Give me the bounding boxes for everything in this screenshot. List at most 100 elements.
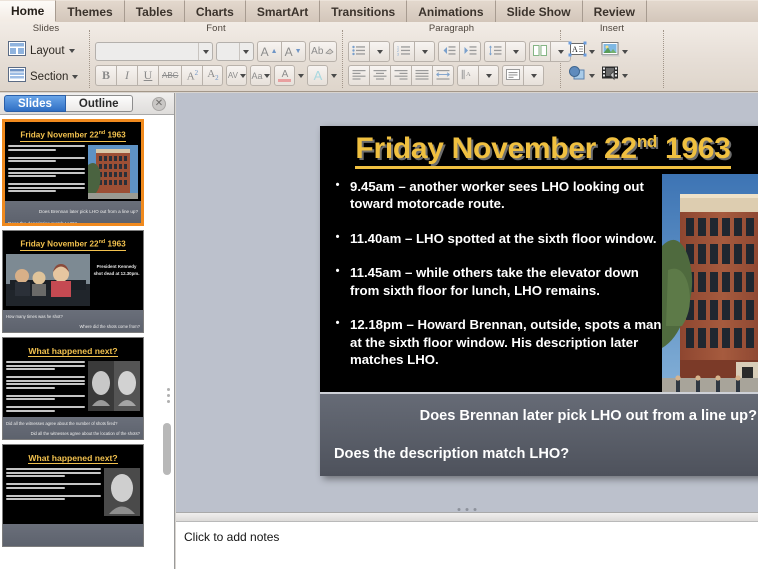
align-left-icon (352, 69, 366, 83)
tab-smartart[interactable]: SmartArt (245, 0, 321, 22)
bullet-glyph-4: • (335, 317, 340, 330)
insert-media-button[interactable] (601, 65, 628, 86)
align-left-button[interactable] (348, 65, 369, 86)
ribbon-toolbar: Slides Layout Section Font A ▲ A ▼ Ab B … (0, 22, 758, 92)
layout-chevron-down-icon[interactable] (68, 48, 75, 53)
slide-thumbnail-3[interactable]: What happened next? Did all the witnesse… (2, 337, 144, 440)
line-spacing-dropdown[interactable] (505, 41, 526, 62)
layout-button[interactable]: Layout (8, 39, 78, 63)
text-effects-chevron-down-icon[interactable] (331, 73, 338, 78)
numbered-list-button[interactable]: 123 (393, 41, 414, 62)
character-spacing-chevron-down-icon[interactable] (240, 73, 246, 78)
section-button[interactable]: Section (8, 65, 79, 89)
tab-review[interactable]: Review (582, 0, 647, 22)
character-spacing-button[interactable]: AV (226, 65, 248, 86)
ribbon-group-font: Font A ▲ A ▼ Ab B I U ABC A2 A2 AV Aa A … (91, 22, 341, 92)
section-chevron-down-icon[interactable] (72, 74, 79, 79)
insert-text-box-button[interactable]: A (568, 41, 595, 62)
align-text-dropdown[interactable] (523, 65, 544, 86)
tabbar-filler (646, 0, 758, 22)
list-buttons (348, 41, 390, 62)
font-size-combo[interactable] (216, 42, 254, 61)
text-direction-buttons: A (457, 65, 499, 86)
slide-editing-workspace[interactable]: Friday November 22nd 1963 • 9.45am – ano… (176, 93, 758, 515)
tab-slides-view[interactable]: Slides (4, 95, 66, 112)
close-panel-icon[interactable]: ✕ (152, 97, 166, 111)
justify-icon (415, 69, 429, 83)
underline-label: U (143, 68, 153, 82)
tab-themes[interactable]: Themes (56, 0, 125, 22)
shrink-font-button[interactable]: A ▼ (280, 41, 306, 62)
section-label: Section (30, 70, 69, 83)
font-size-chevron-down-icon[interactable] (238, 43, 253, 60)
text-box-chevron-down-icon[interactable] (589, 49, 595, 54)
group-title-font: Font (206, 23, 226, 34)
alignment-buttons (348, 65, 454, 86)
thumbnail-scrollbar-thumb[interactable] (163, 423, 171, 475)
text-direction-dropdown[interactable] (478, 65, 499, 86)
insert-shape-button[interactable] (568, 65, 595, 86)
font-name-chevron-down-icon[interactable] (198, 43, 212, 60)
clear-formatting-button[interactable]: Ab (308, 41, 338, 62)
align-center-button[interactable] (369, 65, 390, 86)
font-color-chevron-down-icon[interactable] (298, 73, 305, 78)
numbered-list-dropdown[interactable] (414, 41, 435, 62)
columns-button[interactable] (529, 41, 550, 62)
line-spacing-button[interactable] (484, 41, 505, 62)
slide-title[interactable]: Friday November 22nd 1963 (320, 132, 758, 169)
tab-home[interactable]: Home (0, 0, 57, 22)
strikethrough-button[interactable]: ABC (158, 65, 182, 86)
depository-building-image[interactable] (662, 174, 758, 402)
media-chevron-down-icon[interactable] (622, 73, 628, 78)
thumb3-q2: Did all the witnesses agree about the lo… (30, 431, 140, 436)
change-case-button[interactable]: Aa (250, 65, 272, 86)
thumb2-q1: How many times was he shot? (6, 314, 63, 319)
justify-button[interactable] (411, 65, 432, 86)
thumb2-motorcade-photo (6, 254, 90, 306)
group-separator-1 (89, 30, 90, 88)
tab-charts-label: Charts (195, 4, 234, 19)
bulleted-list-icon (352, 45, 366, 59)
bold-button[interactable]: B (95, 65, 116, 86)
thumb2-q2: Where did the shots come from? (79, 324, 140, 329)
tab-tables[interactable]: Tables (124, 0, 185, 22)
align-right-button[interactable] (390, 65, 411, 86)
font-color-button[interactable]: A (274, 65, 296, 86)
change-case-chevron-down-icon[interactable] (264, 73, 271, 78)
tab-outline-view[interactable]: Outline (65, 95, 133, 112)
align-text-button[interactable] (502, 65, 523, 86)
subscript-button[interactable]: A2 (202, 65, 224, 86)
bulleted-list-button[interactable] (348, 41, 369, 62)
tab-slide-show[interactable]: Slide Show (495, 0, 583, 22)
text-direction-button[interactable]: A (457, 65, 478, 86)
italic-button[interactable]: I (116, 65, 137, 86)
slide-thumbnail-2[interactable]: Friday November 22nd 1963 President Kenn… (2, 230, 144, 333)
bulleted-list-dropdown[interactable] (369, 41, 390, 62)
current-slide[interactable]: Friday November 22nd 1963 • 9.45am – ano… (320, 126, 758, 476)
distributed-button[interactable] (432, 65, 454, 86)
panel-splitter-handle[interactable] (167, 388, 170, 403)
insert-picture-button[interactable] (601, 41, 628, 62)
shrink-font-label: A (284, 44, 293, 59)
slide-thumbnail-1[interactable]: Friday November 22nd 1963 Does Brennan l… (2, 119, 144, 226)
tab-transitions[interactable]: Transitions (320, 0, 408, 22)
text-effects-button[interactable]: A (307, 65, 329, 86)
grow-font-up-icon: ▲ (270, 48, 278, 55)
slide-body-placeholder[interactable]: • 9.45am – another worker sees LHO looki… (334, 178, 664, 385)
superscript-button[interactable]: A2 (181, 65, 203, 86)
increase-indent-button[interactable] (459, 41, 481, 62)
notes-splitter[interactable] (176, 512, 758, 522)
slide-thumbnail-4[interactable]: What happened next? (2, 444, 144, 547)
decrease-indent-button[interactable] (438, 41, 459, 62)
font-name-combo[interactable] (95, 42, 214, 61)
picture-chevron-down-icon[interactable] (622, 49, 628, 54)
tab-charts[interactable]: Charts (184, 0, 246, 22)
notes-pane[interactable]: Click to add notes (176, 522, 758, 569)
slide-thumbnail-list[interactable]: Friday November 22nd 1963 Does Brennan l… (0, 115, 163, 569)
tab-animations[interactable]: Animations (407, 0, 496, 22)
underline-button[interactable]: U (137, 65, 158, 86)
ribbon-group-insert: Insert A (562, 22, 662, 92)
shape-chevron-down-icon[interactable] (589, 73, 595, 78)
grow-font-button[interactable]: A ▲ (256, 41, 281, 62)
decrease-indent-icon (442, 45, 456, 59)
